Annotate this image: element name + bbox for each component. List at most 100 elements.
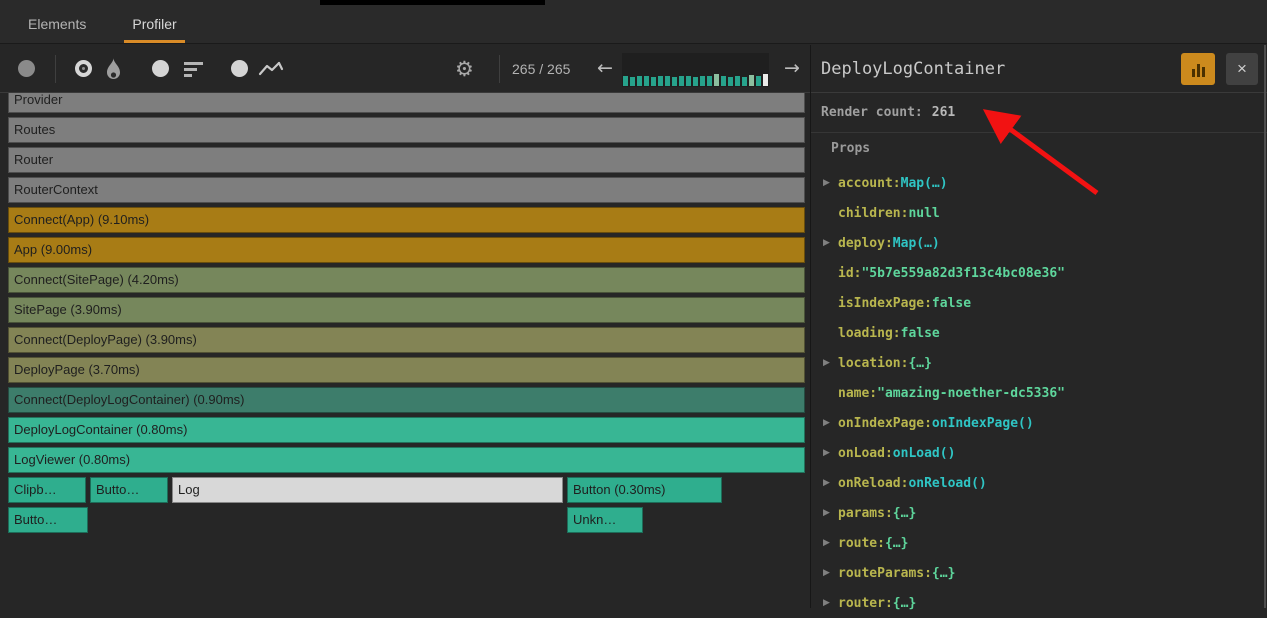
props-title: Props (831, 141, 1267, 156)
snapshot-bar[interactable] (714, 74, 719, 86)
snapshot-bar[interactable] (700, 76, 705, 86)
snapshot-bar[interactable] (658, 76, 663, 86)
prop-row-router[interactable]: ▶router: {…} (821, 588, 1267, 618)
record-button[interactable] (18, 60, 35, 77)
previous-snapshot-arrow[interactable]: ← (597, 45, 613, 93)
expand-triangle-icon[interactable]: ▶ (821, 538, 838, 548)
close-icon: × (1237, 59, 1247, 79)
snapshot-bar[interactable] (686, 76, 691, 86)
prop-row-location[interactable]: ▶location: {…} (821, 348, 1267, 378)
react-devtools-profiler: { "tabs": { "elements_label": "Elements"… (0, 0, 1267, 608)
expand-triangle-icon[interactable]: ▶ (821, 448, 838, 458)
prop-row-deploy[interactable]: ▶deploy: Map(…) (821, 228, 1267, 258)
flamegraph-view-radio[interactable] (75, 60, 92, 77)
expand-triangle-icon[interactable]: ▶ (821, 478, 838, 488)
expand-triangle-icon[interactable]: ▶ (821, 418, 838, 428)
expand-triangle-icon[interactable]: ▶ (821, 568, 838, 578)
prop-value: "amazing-noether-dc5336" (877, 386, 1065, 401)
flame-bar[interactable]: RouterContext (8, 177, 805, 203)
prop-row-route[interactable]: ▶route: {…} (821, 528, 1267, 558)
bar-chart-icon (1197, 64, 1200, 77)
snapshot-bar[interactable] (672, 77, 677, 86)
flame-bar[interactable]: DeployLogContainer (0.80ms) (8, 417, 805, 443)
prop-row-onIndexPage[interactable]: ▶onIndexPage: onIndexPage() (821, 408, 1267, 438)
next-snapshot-arrow[interactable]: → (784, 45, 800, 93)
expand-triangle-icon[interactable]: ▶ (821, 178, 838, 188)
expand-triangle-icon[interactable]: ▶ (821, 238, 838, 248)
flame-bar[interactable]: Connect(App) (9.10ms) (8, 207, 805, 233)
interactions-view-radio[interactable] (231, 60, 248, 77)
prop-row-account[interactable]: ▶account: Map(…) (821, 168, 1267, 198)
prop-row-routeParams[interactable]: ▶routeParams: {…} (821, 558, 1267, 588)
snapshot-bar[interactable] (679, 76, 684, 86)
snapshot-bar[interactable] (665, 76, 670, 86)
expand-triangle-icon[interactable]: ▶ (821, 358, 838, 368)
flame-bar[interactable]: Butto… (90, 477, 168, 503)
props-section: Props ▶account: Map(…)children: null▶dep… (811, 133, 1267, 618)
expand-triangle-icon[interactable]: ▶ (821, 598, 838, 608)
snapshot-bar[interactable] (630, 77, 635, 86)
snapshot-bar[interactable] (651, 77, 656, 86)
flame-bar[interactable]: SitePage (3.90ms) (8, 297, 805, 323)
prop-key: deploy: (838, 236, 893, 251)
flame-bar[interactable]: Routes (8, 117, 805, 143)
snapshot-minichart[interactable] (622, 53, 769, 87)
prop-key: location: (838, 356, 908, 371)
snapshot-bar[interactable] (623, 76, 628, 86)
prop-row-params[interactable]: ▶params: {…} (821, 498, 1267, 528)
snapshot-bar[interactable] (763, 74, 768, 86)
snapshot-bar[interactable] (693, 77, 698, 86)
flame-bar[interactable]: DeployPage (3.70ms) (8, 357, 805, 383)
prop-row-loading: loading: false (821, 318, 1267, 348)
prop-row-onReload[interactable]: ▶onReload: onReload() (821, 468, 1267, 498)
ranked-view-radio[interactable] (152, 60, 169, 77)
flame-bar[interactable]: Provider (8, 93, 805, 113)
snapshot-bar[interactable] (637, 76, 642, 86)
render-count-row: Render count: 261 (811, 93, 1267, 133)
snapshot-bar[interactable] (728, 77, 733, 86)
snapshot-bar[interactable] (749, 75, 754, 86)
flamegraph: Provider Routes Router RouterContext Connect… (0, 93, 810, 608)
prop-key: params: (838, 506, 893, 521)
toolbar-separator (499, 55, 500, 83)
flame-bar[interactable]: LogViewer (0.80ms) (8, 447, 805, 473)
snapshot-bar[interactable] (742, 77, 747, 86)
prop-row-id: id: "5b7e559a82d3f13c4bc08e36" (821, 258, 1267, 288)
scrollbar[interactable] (1264, 45, 1266, 608)
snapshot-bar[interactable] (721, 76, 726, 86)
flame-bar[interactable]: Button (0.30ms) (567, 477, 722, 503)
flame-bar[interactable]: Connect(SitePage) (4.20ms) (8, 267, 805, 293)
snapshot-bar[interactable] (644, 76, 649, 86)
snapshot-bar[interactable] (735, 76, 740, 86)
flame-bar[interactable]: Connect(DeployLogContainer) (0.90ms) (8, 387, 805, 413)
prop-row-onLoad[interactable]: ▶onLoad: onLoad() (821, 438, 1267, 468)
prop-value: null (908, 206, 939, 221)
flame-bar[interactable]: Log (172, 477, 563, 503)
ranked-chart-icon[interactable] (184, 62, 203, 77)
settings-gear-icon[interactable]: ⚙ (455, 55, 474, 83)
prop-row-children: children: null (821, 198, 1267, 228)
flame-bar[interactable]: Butto… (8, 507, 88, 533)
detail-panel-header: DeployLogContainer × (811, 45, 1267, 93)
tab-elements[interactable]: Elements (28, 5, 86, 43)
snapshot-bar[interactable] (707, 76, 712, 86)
flame-bar[interactable]: Clipb… (8, 477, 86, 503)
render-count-label: Render count: (821, 105, 923, 120)
main-area: ⚙ 265 / 265 ← → Provider Routes Router Rout… (0, 45, 1267, 608)
prop-key: onReload: (838, 476, 908, 491)
flame-icon[interactable] (104, 57, 123, 86)
flame-bar[interactable]: Connect(DeployPage) (3.90ms) (8, 327, 805, 353)
close-button[interactable]: × (1226, 53, 1258, 85)
render-chart-button[interactable] (1181, 53, 1215, 85)
flame-bar[interactable]: App (9.00ms) (8, 237, 805, 263)
expand-triangle-icon[interactable]: ▶ (821, 508, 838, 518)
prop-value: onIndexPage() (932, 416, 1034, 431)
prop-value: {…} (908, 356, 931, 371)
flame-bar[interactable]: Unkn… (567, 507, 643, 533)
interactions-chart-icon[interactable] (258, 60, 284, 83)
flame-bar[interactable]: Router (8, 147, 805, 173)
bar-chart-icon (1192, 69, 1195, 77)
snapshot-counter: 265 / 265 (512, 45, 570, 93)
tab-profiler[interactable]: Profiler (132, 5, 176, 43)
snapshot-bar[interactable] (756, 76, 761, 86)
